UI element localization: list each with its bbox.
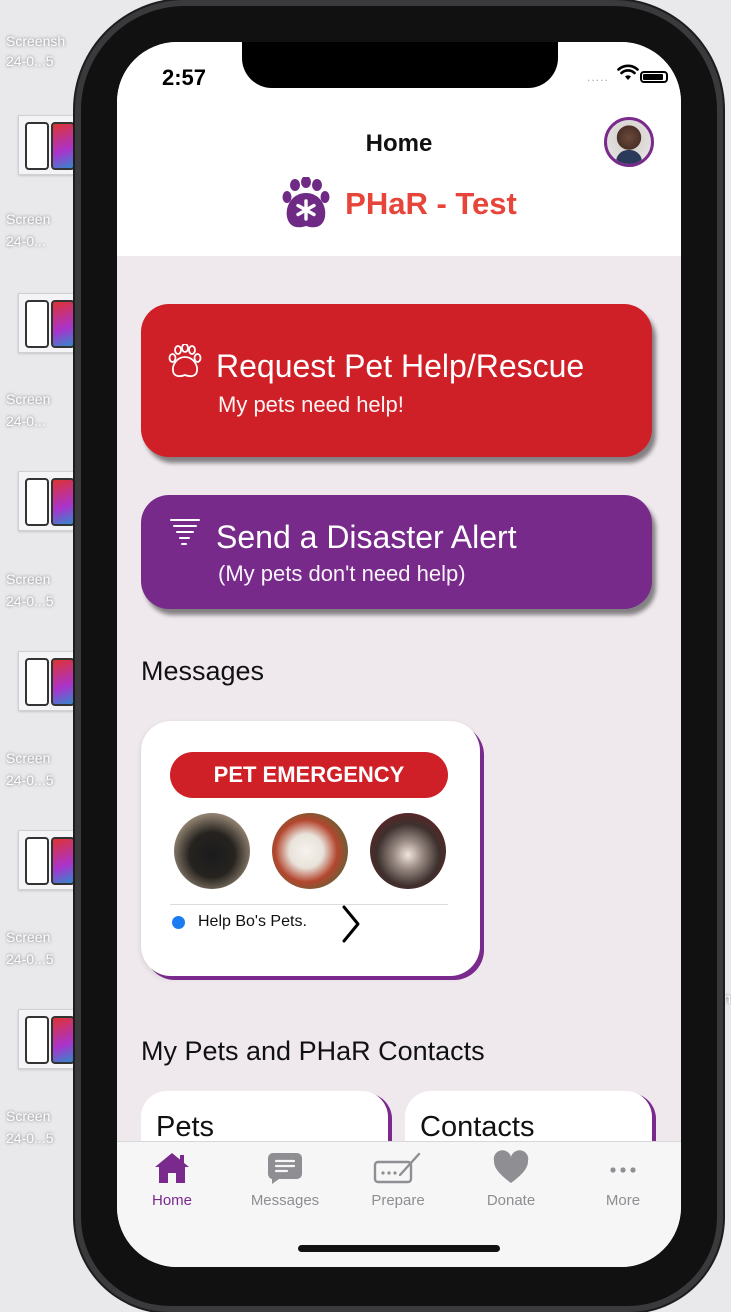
clipboard-pen-icon [373, 1152, 421, 1184]
desktop-file-thumbnail[interactable] [18, 651, 78, 711]
wifi-icon [617, 64, 639, 80]
cellular-signal-icon: ..... [587, 70, 609, 84]
home-indicator[interactable] [298, 1245, 500, 1252]
house-icon [155, 1153, 189, 1183]
desktop-file-label[interactable]: 24-0... [6, 412, 46, 430]
brand: PHaR - Test [117, 177, 681, 236]
tab-home-label: Home [151, 1192, 192, 1209]
message-preview-text: Help Bo's Pets. [198, 913, 307, 930]
tab-more[interactable]: More [573, 1150, 673, 1209]
desktop-file-label[interactable]: 24-0...5 [6, 771, 53, 789]
tab-prepare-label: Prepare [371, 1192, 425, 1209]
pets-contacts-section-title: My Pets and PHaR Contacts [141, 1036, 485, 1066]
chat-bubble-icon [267, 1153, 302, 1184]
desktop-file-label[interactable]: Screen [6, 749, 50, 767]
tab-donate-label: Donate [486, 1192, 536, 1209]
avatar[interactable] [604, 117, 654, 167]
pet-emergency-badge: PET EMERGENCY [170, 752, 448, 798]
tab-messages[interactable]: Messages [235, 1150, 335, 1209]
desktop-file-label[interactable]: 24-0...5 [6, 592, 53, 610]
tab-prepare[interactable]: Prepare [348, 1150, 448, 1209]
desktop-file-label[interactable]: Screen [6, 210, 50, 228]
pet-photo-chicken [272, 813, 348, 889]
desktop-file-label: n [723, 990, 731, 1006]
desktop-file-label[interactable]: 24-0... [6, 232, 46, 250]
heart-icon [493, 1150, 529, 1183]
desktop-file-label[interactable]: Screen [6, 1107, 50, 1125]
request-pet-help-title: Request Pet Help/Rescue [216, 348, 585, 384]
desktop-file-thumbnail[interactable] [18, 471, 78, 531]
send-disaster-alert-title: Send a Disaster Alert [216, 519, 517, 555]
tab-messages-label: Messages [250, 1192, 320, 1209]
request-pet-help-subtitle: My pets need help! [218, 392, 404, 417]
message-card[interactable]: PET EMERGENCY Help Bo's Pets. [141, 721, 480, 976]
send-disaster-alert-button[interactable]: Send a Disaster Alert (My pets don't nee… [141, 495, 652, 609]
desktop-file-thumbnail[interactable] [18, 1009, 78, 1069]
tab-more-label: More [605, 1192, 641, 1209]
battery-icon [640, 71, 668, 83]
pet-photo-dog [370, 813, 446, 889]
desktop-file-thumbnail[interactable] [18, 293, 78, 353]
home-content: Request Pet Help/Rescue My pets need hel… [117, 256, 681, 1171]
unread-indicator [172, 916, 185, 929]
messages-section-title: Messages [141, 656, 265, 686]
desktop-file-label[interactable]: Screen [6, 928, 50, 946]
contacts-card-label: Contacts [420, 1111, 535, 1143]
desktop-file-label[interactable]: Screensh [6, 32, 65, 50]
desktop-file-label[interactable]: 24-0...5 [6, 950, 53, 968]
paw-logo-icon [282, 177, 330, 228]
desktop-file-label[interactable]: 24-0...5 [6, 52, 53, 70]
divider [170, 904, 448, 905]
phone-notch [242, 42, 558, 88]
send-disaster-alert-subtitle: (My pets don't need help) [218, 561, 466, 586]
pet-photo-cat [174, 813, 250, 889]
brand-name: PHaR - Test [345, 186, 517, 221]
desktop-file-thumbnail[interactable] [18, 830, 78, 890]
desktop-file-label[interactable]: Screen [6, 390, 50, 408]
ellipsis-icon [610, 1167, 636, 1173]
tornado-icon [170, 519, 200, 545]
tab-donate[interactable]: Donate [461, 1150, 561, 1209]
app-header: 2:57 ..... Home PHaR - Test [117, 42, 681, 256]
desktop-file-label[interactable]: Screen [6, 570, 50, 588]
request-pet-help-button[interactable]: Request Pet Help/Rescue My pets need hel… [141, 304, 652, 457]
desktop-file-label[interactable]: 24-0...5 [6, 1129, 53, 1147]
app-screen: 2:57 ..... Home PHaR - Test Request Pet … [117, 42, 681, 1267]
tab-bar: Home Messages Prepare Donate More [117, 1141, 681, 1267]
page-title: Home [365, 130, 433, 157]
desktop-file-thumbnail[interactable] [18, 115, 78, 175]
paw-outline-icon [168, 344, 202, 378]
chevron-right-icon[interactable] [338, 904, 364, 944]
status-time: 2:57 [162, 65, 207, 90]
tab-home[interactable]: Home [122, 1150, 222, 1209]
pets-card-label: Pets [156, 1111, 215, 1143]
